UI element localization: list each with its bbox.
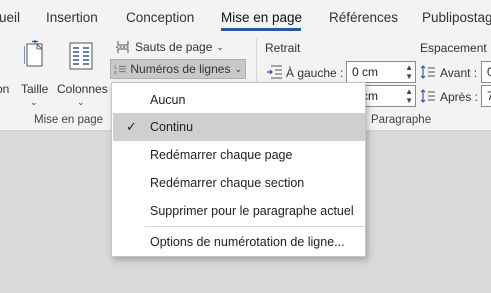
spacing-before-value: 0 bbox=[487, 65, 491, 79]
menu-item-label: Options de numérotation de ligne... bbox=[150, 235, 345, 249]
spacing-before-label: Avant : bbox=[440, 66, 478, 80]
size-button[interactable]: Taille ⌄ bbox=[18, 38, 52, 108]
menu-item-suppress-for-paragraph[interactable]: Supprimer pour le paragraphe actuel bbox=[113, 197, 365, 225]
spacing-before-input[interactable]: 0 bbox=[481, 61, 491, 83]
group-label-paragraph: Paragraphe bbox=[371, 114, 432, 126]
chevron-down-icon: ⌄ bbox=[77, 97, 85, 107]
line-numbers-menu: Aucun ✓ Continu Redémarrer chaque page R… bbox=[111, 82, 366, 257]
indent-left-icon bbox=[267, 65, 283, 82]
spin-up-icon[interactable]: ▲ bbox=[405, 63, 413, 72]
breaks-label: Sauts de page bbox=[135, 40, 213, 54]
spin-arrows[interactable]: ▲ ▼ bbox=[405, 63, 413, 81]
columns-icon bbox=[69, 42, 93, 73]
size-icon bbox=[23, 40, 46, 71]
indent-left-value: 0 cm bbox=[352, 65, 379, 79]
menu-item-label: Continu bbox=[150, 120, 194, 134]
group-label-page-setup: Mise en page bbox=[34, 114, 104, 126]
line-numbers-label: Numéros de lignes bbox=[130, 62, 231, 76]
spacing-after-input[interactable]: 7 bbox=[481, 85, 491, 107]
menu-item-label: Aucun bbox=[150, 93, 186, 107]
spin-up-icon[interactable]: ▲ bbox=[405, 87, 413, 96]
svg-text:2: 2 bbox=[114, 70, 117, 76]
tab-references[interactable]: Références bbox=[329, 10, 398, 25]
spin-arrows[interactable]: ▲ ▼ bbox=[405, 87, 413, 105]
spacing-after-icon bbox=[420, 89, 436, 106]
indent-title: Retrait bbox=[265, 41, 301, 55]
menu-item-restart-each-section[interactable]: Redémarrer chaque section bbox=[113, 169, 365, 197]
chevron-down-icon: ⌄ bbox=[216, 41, 224, 52]
breaks-button[interactable]: Sauts de page ⌄ bbox=[112, 37, 227, 57]
menu-item-continuous[interactable]: ✓ Continu bbox=[113, 113, 365, 141]
tab-insertion[interactable]: Insertion bbox=[46, 10, 98, 25]
tab-publipostage[interactable]: Publipostag bbox=[422, 10, 491, 25]
tab-conception[interactable]: Conception bbox=[126, 10, 194, 25]
orientation-label: on bbox=[0, 82, 10, 96]
menu-item-line-numbering-options[interactable]: Options de numérotation de ligne... bbox=[113, 228, 365, 256]
line-numbers-icon: 1 2 bbox=[114, 64, 126, 76]
menu-item-label: Supprimer pour le paragraphe actuel bbox=[150, 204, 354, 218]
svg-text:1: 1 bbox=[114, 64, 117, 70]
size-label: Taille bbox=[21, 82, 49, 96]
menu-item-label: Redémarrer chaque page bbox=[150, 148, 293, 162]
columns-button[interactable]: Colonnes ⌄ bbox=[55, 38, 108, 108]
spin-down-icon[interactable]: ▼ bbox=[405, 96, 413, 105]
tab-mise-en-page[interactable]: Mise en page bbox=[221, 10, 302, 25]
spacing-after-label: Après : bbox=[440, 90, 479, 104]
menu-separator bbox=[145, 226, 366, 227]
indent-left-input[interactable]: 0 cm ▲ ▼ bbox=[346, 61, 416, 83]
indent-left-label: À gauche : bbox=[286, 66, 344, 80]
menu-item-restart-each-page[interactable]: Redémarrer chaque page bbox=[113, 141, 365, 169]
ribbon-tabs: ueil Insertion Conception Mise en page R… bbox=[0, 0, 491, 32]
chevron-down-icon: ⌄ bbox=[30, 97, 38, 107]
tab-accueil[interactable]: ueil bbox=[0, 10, 20, 25]
columns-label: Colonnes bbox=[57, 82, 108, 96]
spacing-title: Espacement bbox=[420, 41, 487, 55]
spacing-before-icon bbox=[420, 65, 436, 82]
orientation-button[interactable]: on bbox=[0, 38, 14, 108]
active-tab-indicator bbox=[221, 28, 301, 31]
page-break-icon bbox=[116, 41, 130, 53]
line-numbers-button[interactable]: 1 2 Numéros de lignes ⌄ bbox=[110, 59, 246, 79]
chevron-down-icon: ⌄ bbox=[234, 63, 242, 74]
spin-down-icon[interactable]: ▼ bbox=[405, 72, 413, 81]
menu-item-label: Redémarrer chaque section bbox=[150, 176, 305, 190]
spacing-after-value: 7 bbox=[487, 89, 491, 103]
menu-item-none[interactable]: Aucun bbox=[113, 86, 365, 114]
checkmark-icon: ✓ bbox=[126, 119, 137, 134]
